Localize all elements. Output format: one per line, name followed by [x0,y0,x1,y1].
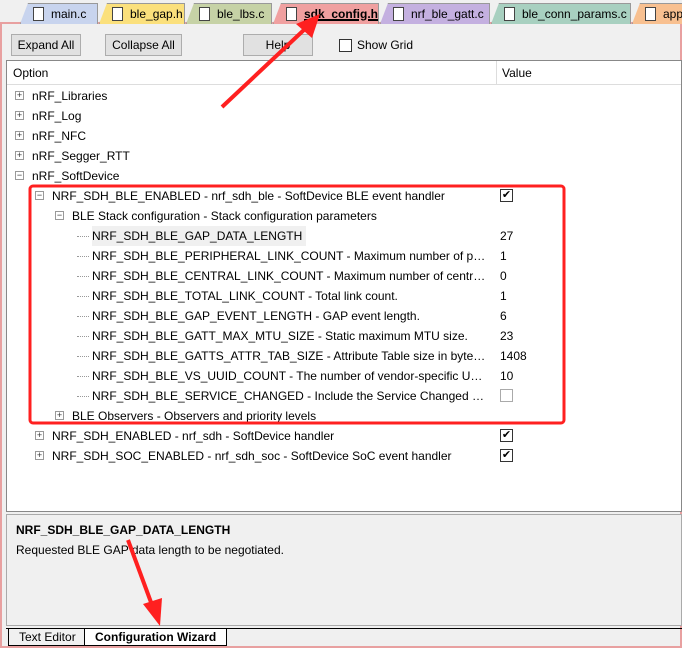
highlight-box [28,184,566,425]
arrow-head-icon [143,598,162,626]
arrow-to-tab [220,26,308,109]
annotation-overlay [28,14,566,626]
arrow-to-wizard-tab [126,539,154,606]
